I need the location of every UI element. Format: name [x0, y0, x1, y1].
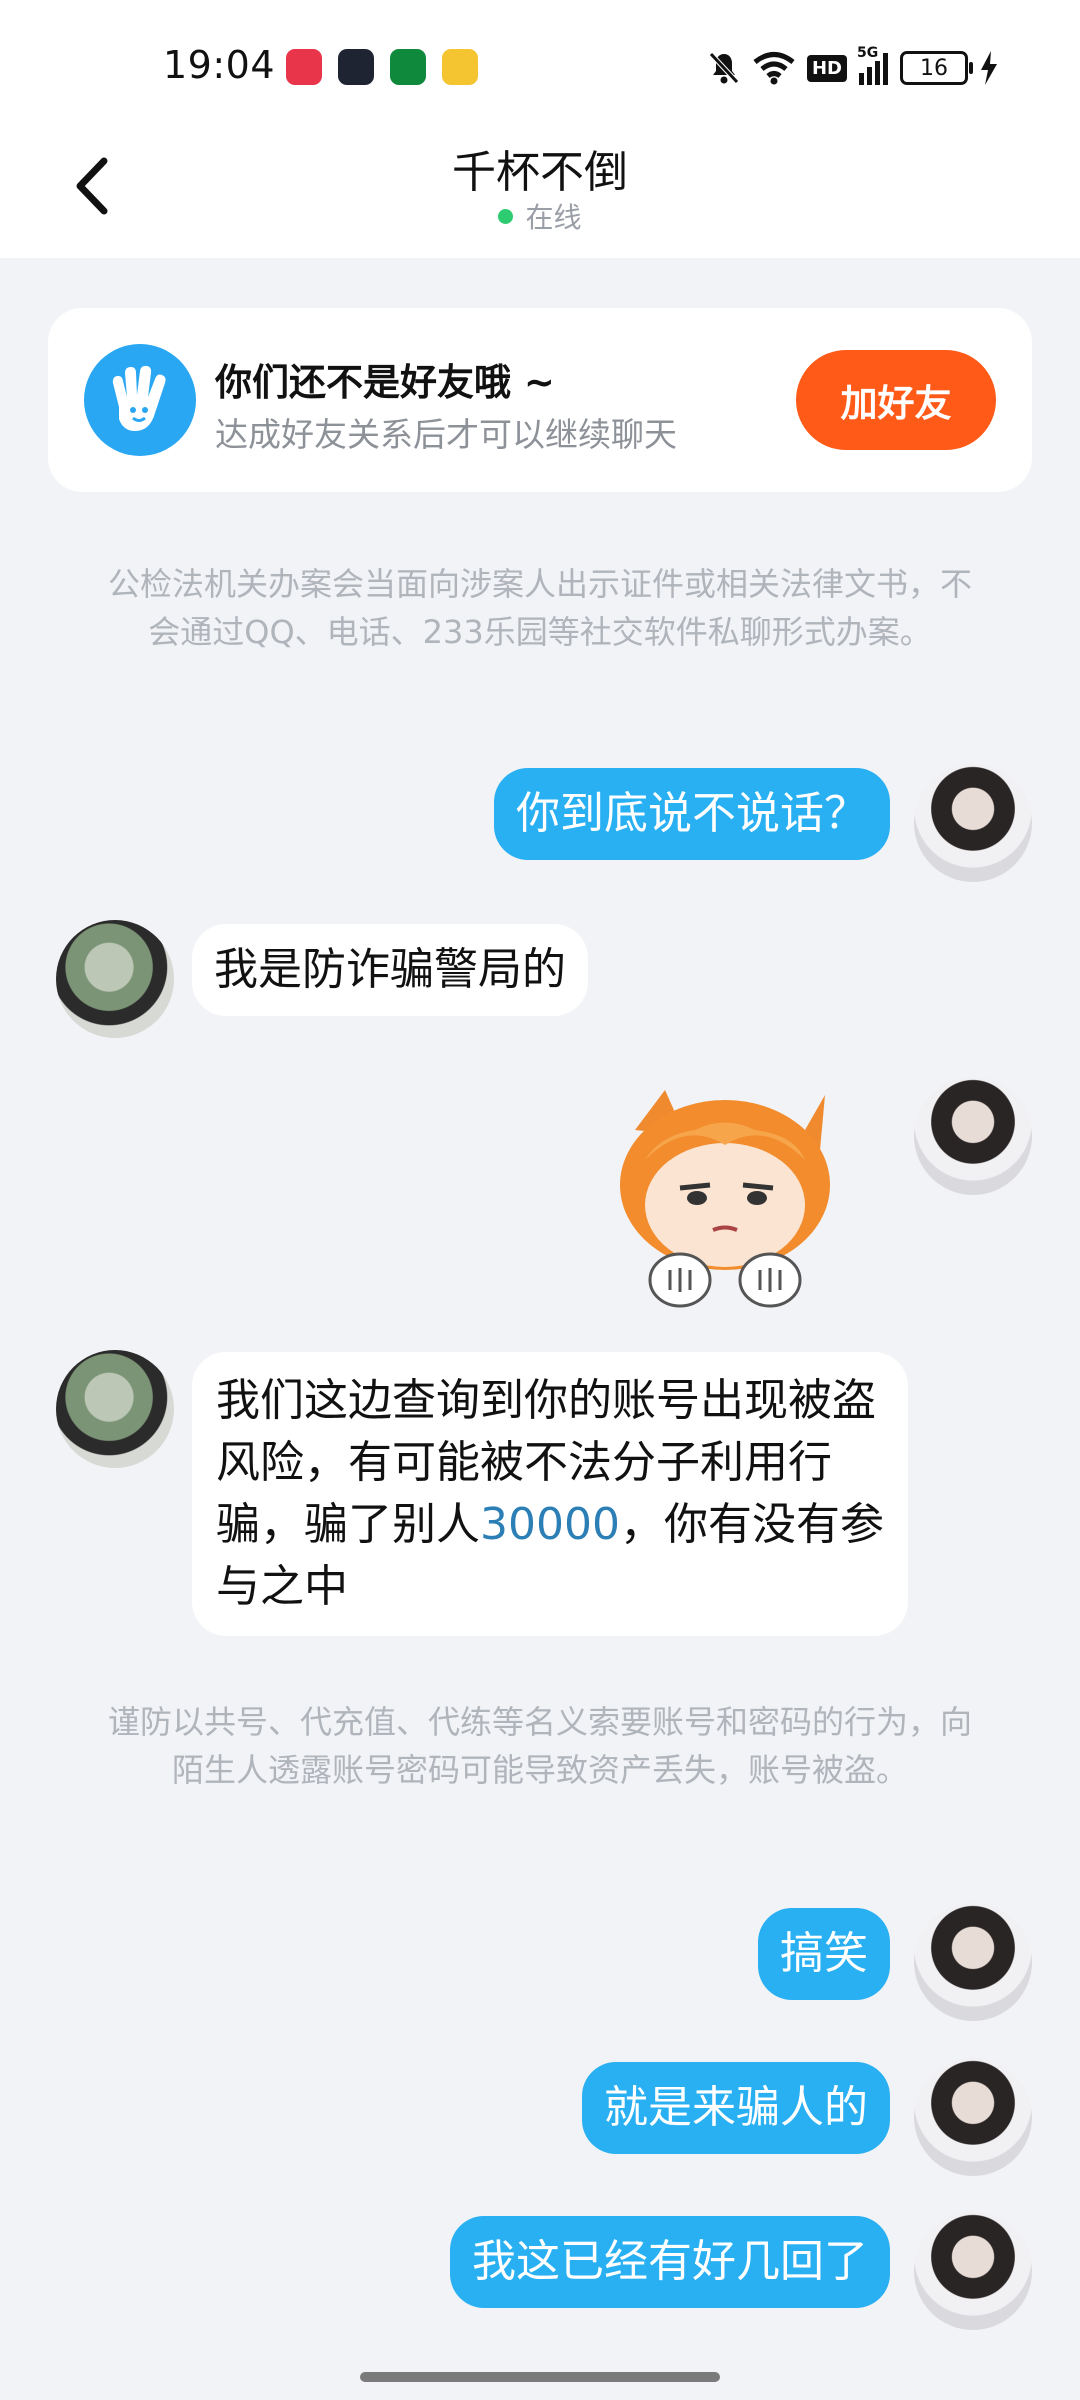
- top-bar: 19:04 HD 5G 16 千杯不倒 在线: [0, 0, 1080, 258]
- online-dot-icon: [498, 208, 514, 224]
- friend-card-subtitle: 达成好友关系后才可以继续聊天: [215, 415, 677, 454]
- my-avatar[interactable]: [914, 1903, 1032, 2021]
- my-avatar[interactable]: [914, 2058, 1032, 2176]
- wifi-icon: [753, 52, 795, 85]
- contact-avatar[interactable]: [56, 1350, 174, 1468]
- contact-avatar[interactable]: [56, 920, 174, 1038]
- signal-icon: 5G: [857, 45, 888, 85]
- message-bubble-incoming[interactable]: 我们这边查询到你的账号出现被盗风险，有可能被不法分子利用行骗，骗了别人30000…: [192, 1352, 908, 1636]
- home-indicator[interactable]: [360, 2372, 720, 2382]
- online-status: 在线: [0, 196, 1080, 236]
- annoyed-cartoon-sticker[interactable]: [605, 1090, 850, 1310]
- mute-icon: [709, 52, 739, 84]
- status-icons: HD 5G 16: [707, 45, 998, 90]
- notification-app-icon: [442, 49, 478, 85]
- account-security-notice: 谨防以共号、代充值、代练等名义索要账号和密码的行为，向陌生人透露账号密码可能导致…: [107, 1703, 972, 1789]
- network-label: 5G: [857, 45, 879, 61]
- battery-icon: 16: [900, 51, 973, 85]
- battery-level: 16: [920, 55, 948, 81]
- add-friend-button[interactable]: 加好友: [796, 350, 996, 450]
- message-bubble-outgoing[interactable]: 你到底说不说话？: [494, 768, 890, 860]
- notification-app-icon: [286, 49, 322, 85]
- my-avatar[interactable]: [914, 2212, 1032, 2330]
- anti-fraud-notice: 公检法机关办案会当面向涉案人出示证件或相关法律文书，不会通过QQ、电话、233乐…: [107, 565, 972, 651]
- friend-card-title: 你们还不是好友哦 ~: [215, 361, 555, 404]
- online-status-label: 在线: [525, 201, 582, 234]
- friend-request-card: 你们还不是好友哦 ~ 达成好友关系后才可以继续聊天 加好友: [48, 308, 1032, 492]
- message-bubble-incoming[interactable]: 我是防诈骗警局的: [192, 924, 588, 1016]
- notification-app-icon: [338, 49, 374, 85]
- wave-hand-icon: [84, 344, 196, 456]
- my-avatar[interactable]: [914, 764, 1032, 882]
- status-bar: 19:04 HD 5G 16: [0, 0, 1080, 120]
- message-bubble-outgoing[interactable]: 我这已经有好几回了: [450, 2216, 890, 2308]
- message-number: 30000: [480, 1499, 620, 1550]
- hd-badge: HD: [806, 54, 847, 82]
- message-bubble-outgoing[interactable]: 搞笑: [758, 1908, 890, 2000]
- chat-title: 千杯不倒: [452, 147, 628, 198]
- message-bubble-outgoing[interactable]: 就是来骗人的: [582, 2062, 890, 2154]
- notification-app-icon: [390, 49, 426, 85]
- charging-icon: [981, 51, 997, 85]
- my-avatar[interactable]: [914, 1077, 1032, 1195]
- status-time: 19:04: [163, 43, 276, 87]
